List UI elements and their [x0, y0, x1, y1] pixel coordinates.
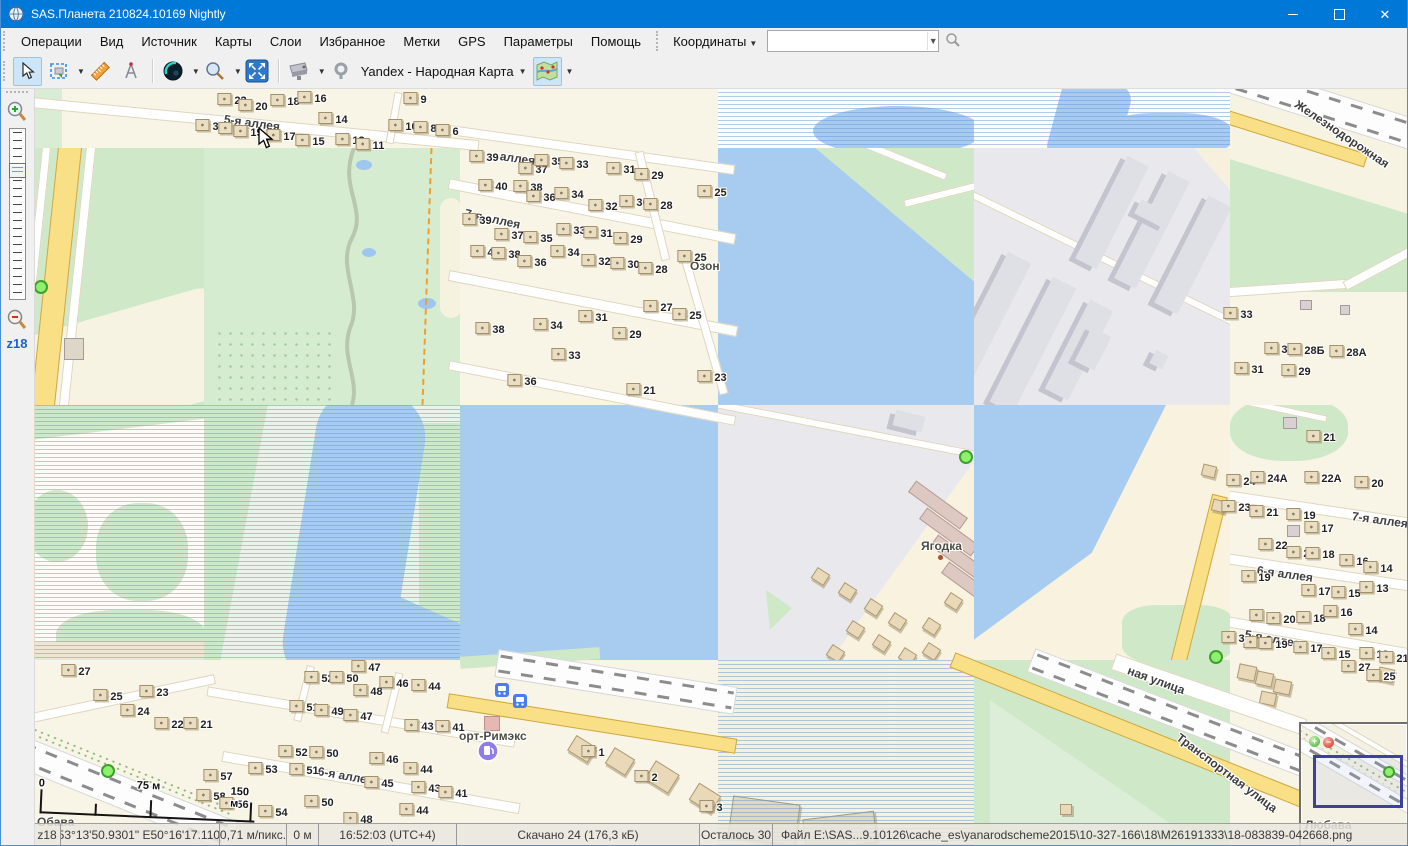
toolbar-separator — [278, 59, 279, 83]
cursor-icon — [20, 62, 36, 80]
fullscreen-toggle-button[interactable] — [243, 57, 272, 86]
menu-item[interactable]: Помощь — [582, 34, 650, 49]
markers-layer — [0, 0, 1408, 846]
ruler-tool-button[interactable] — [86, 57, 115, 86]
coordinates-combobox[interactable]: ▼ — [767, 30, 939, 52]
cursor-tool-button[interactable] — [13, 57, 42, 86]
fullscreen-icon — [245, 59, 269, 83]
slider-handle[interactable] — [9, 163, 26, 178]
sidebar-grip[interactable] — [6, 91, 28, 96]
search-icon[interactable] — [945, 32, 961, 51]
dropdown-arrow-icon[interactable]: ▼ — [566, 67, 574, 76]
menu-item[interactable]: GPS — [449, 34, 494, 49]
minimap-zoom-out-button[interactable]: − — [1323, 737, 1334, 748]
menu-item[interactable]: Источник — [132, 34, 206, 49]
toolbar-grip[interactable] — [3, 61, 8, 81]
app-icon — [8, 6, 24, 22]
menu-item[interactable]: Метки — [394, 34, 449, 49]
projector-3d-icon — [287, 60, 311, 82]
menu-item[interactable]: Вид — [91, 34, 133, 49]
title-bar: SAS.Планета 210824.10169 Nightly ✕ — [0, 0, 1408, 28]
map-viewport[interactable]: 5-я аллеяаллея7-я аллеяЖелезнодорожная7-… — [0, 0, 1408, 846]
status-file-path: Файл E:\SAS...9.10126\cache_es\yanarodsc… — [773, 824, 1408, 846]
magnifier-icon — [204, 60, 226, 82]
menu-item[interactable]: Карты — [206, 34, 261, 49]
layers-map-icon — [535, 60, 559, 82]
main-toolbar: ▼ ▼ ▼ ▼ Yandex - Народная Карта ▼ ▼ — [0, 54, 1408, 89]
waypoint-marker — [959, 450, 973, 464]
menu-item[interactable]: Параметры — [495, 34, 582, 49]
status-resolution: 0,71 м/пикс. — [220, 824, 287, 846]
dropdown-arrow-icon[interactable]: ▼ — [318, 67, 326, 76]
selection-icon — [49, 61, 69, 81]
dropdown-arrow-icon[interactable]: ▼ — [192, 67, 200, 76]
view-3d-tool-button[interactable] — [285, 57, 314, 86]
status-remaining: Осталось 30 — [700, 824, 773, 846]
zoom-in-icon[interactable] — [6, 100, 28, 124]
bus-stop-icon — [513, 694, 527, 713]
toolbar-grip[interactable] — [3, 31, 8, 51]
menu-item[interactable]: Операции — [12, 34, 91, 49]
status-time: 16:52:03 (UTC+4) — [319, 824, 457, 846]
toolbar-grip[interactable] — [656, 31, 661, 51]
zoom-level-label: z18 — [0, 336, 34, 351]
window-title: SAS.Планета 210824.10169 Nightly — [31, 7, 226, 21]
zoom-out-icon[interactable] — [6, 308, 28, 332]
minimap-zoom-in-button[interactable]: + — [1309, 736, 1320, 747]
minimize-button[interactable] — [1270, 0, 1316, 28]
map-source-select[interactable]: Yandex - Народная Карта — [357, 64, 516, 79]
waypoint-marker — [101, 764, 115, 778]
slider-ticks — [13, 132, 22, 296]
status-elevation: 0 м — [287, 824, 319, 846]
menu-item[interactable]: Слои — [261, 34, 311, 49]
maximize-button[interactable] — [1316, 0, 1362, 28]
menu-bar-items: ОперацииВидИсточникКартыСлоиИзбранноеМет… — [12, 34, 650, 49]
waypoint-marker — [34, 280, 48, 294]
placemark-tool-button[interactable] — [327, 57, 356, 86]
source-globe-button[interactable] — [159, 57, 188, 86]
bearing-tool-button[interactable] — [117, 57, 146, 86]
zoom-rect-tool-button[interactable] — [201, 57, 230, 86]
waypoint-marker — [1209, 650, 1223, 664]
status-coordinates: N53°13'50.9301" E50°16'17.1106" — [61, 824, 220, 846]
toolbar-separator — [152, 59, 153, 83]
zoom-sidebar: z18 — [0, 88, 35, 846]
placemark-icon — [331, 61, 351, 81]
zoom-slider[interactable] — [9, 128, 26, 300]
bus-stop-icon — [495, 683, 509, 702]
dropdown-arrow-icon[interactable]: ▼ — [234, 67, 242, 76]
status-zoom: z18 — [34, 824, 61, 846]
scale-start: 0 — [39, 777, 46, 789]
search-input[interactable] — [768, 32, 927, 50]
menu-item[interactable]: Избранное — [311, 34, 395, 49]
waypoint-marker — [1383, 766, 1395, 778]
dropdown-arrow-icon[interactable]: ▼ — [519, 67, 527, 76]
scale-end: 150 м — [230, 786, 256, 811]
combobox-dropdown-icon[interactable]: ▼ — [927, 32, 938, 50]
selection-tool-button[interactable] — [44, 57, 73, 86]
ruler-icon — [89, 60, 111, 82]
close-button[interactable]: ✕ — [1362, 0, 1408, 28]
compass-divider-icon — [121, 61, 141, 81]
status-bar: z18 N53°13'50.9301" E50°16'17.1106" 0,71… — [34, 823, 1408, 846]
coordinates-menu[interactable]: Координаты▼ — [665, 34, 761, 49]
mouse-cursor — [258, 127, 276, 156]
status-downloaded: Скачано 24 (176,3 кБ) — [457, 824, 700, 846]
layers-select-button[interactable] — [533, 57, 562, 86]
scale-mid: 75 м — [137, 780, 161, 793]
globe-icon — [162, 60, 184, 82]
minimap-viewport-rect[interactable] — [1313, 755, 1403, 808]
fuel-station-icon — [477, 740, 499, 767]
dropdown-arrow-icon[interactable]: ▼ — [77, 67, 85, 76]
menu-bar: ОперацииВидИсточникКартыСлоиИзбранноеМет… — [0, 28, 1408, 55]
